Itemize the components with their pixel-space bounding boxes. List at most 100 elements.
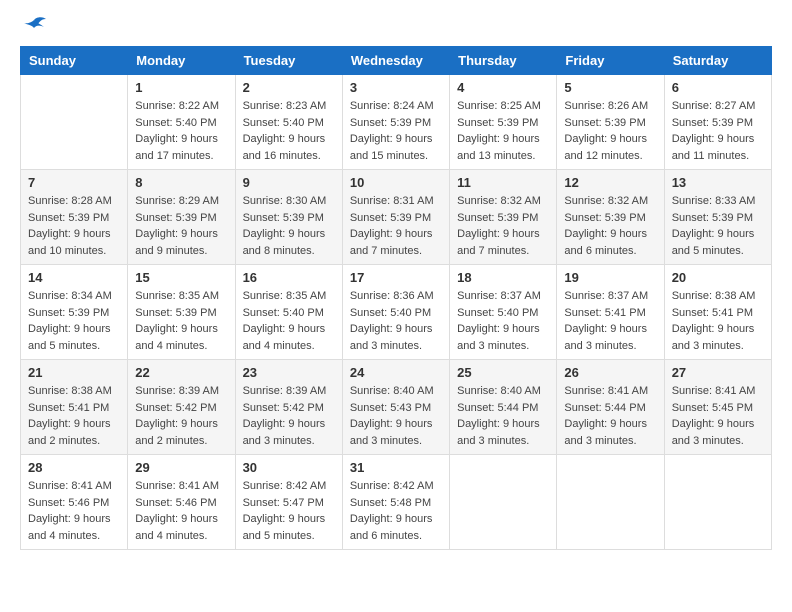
calendar-cell: 2 Sunrise: 8:23 AMSunset: 5:40 PMDaylight… <box>235 75 342 170</box>
calendar-cell: 28 Sunrise: 8:41 AMSunset: 5:46 PMDayligh… <box>21 455 128 550</box>
day-number: 17 <box>350 270 442 285</box>
header-friday: Friday <box>557 47 664 75</box>
day-number: 19 <box>564 270 656 285</box>
day-number: 28 <box>28 460 120 475</box>
logo-bird-icon <box>20 16 48 38</box>
calendar-week-row: 21 Sunrise: 8:38 AMSunset: 5:41 PMDayligh… <box>21 360 772 455</box>
day-info: Sunrise: 8:42 AMSunset: 5:48 PMDaylight:… <box>350 478 442 544</box>
day-info: Sunrise: 8:23 AMSunset: 5:40 PMDaylight:… <box>243 98 335 164</box>
day-info: Sunrise: 8:28 AMSunset: 5:39 PMDaylight:… <box>28 193 120 259</box>
header-monday: Monday <box>128 47 235 75</box>
day-info: Sunrise: 8:32 AMSunset: 5:39 PMDaylight:… <box>457 193 549 259</box>
calendar-cell: 22Sunrise: 8:39 AMSunset: 5:42 PMDayligh… <box>128 360 235 455</box>
day-number: 26 <box>564 365 656 380</box>
day-number: 14 <box>28 270 120 285</box>
day-info: Sunrise: 8:24 AMSunset: 5:39 PMDaylight:… <box>350 98 442 164</box>
day-info: Sunrise: 8:37 AMSunset: 5:40 PMDaylight:… <box>457 288 549 354</box>
day-number: 18 <box>457 270 549 285</box>
header-tuesday: Tuesday <box>235 47 342 75</box>
calendar-cell: 9 Sunrise: 8:30 AMSunset: 5:39 PMDaylight… <box>235 170 342 265</box>
day-number: 11 <box>457 175 549 190</box>
day-info: Sunrise: 8:33 AMSunset: 5:39 PMDaylight:… <box>672 193 764 259</box>
day-number: 16 <box>243 270 335 285</box>
day-number: 5 <box>564 80 656 95</box>
day-number: 30 <box>243 460 335 475</box>
calendar-week-row: 28 Sunrise: 8:41 AMSunset: 5:46 PMDayligh… <box>21 455 772 550</box>
calendar-cell: 23Sunrise: 8:39 AMSunset: 5:42 PMDayligh… <box>235 360 342 455</box>
calendar-cell: 8 Sunrise: 8:29 AMSunset: 5:39 PMDaylight… <box>128 170 235 265</box>
day-info: Sunrise: 8:32 AMSunset: 5:39 PMDaylight:… <box>564 193 656 259</box>
logo <box>20 16 48 38</box>
header-sunday: Sunday <box>21 47 128 75</box>
day-info: Sunrise: 8:39 AMSunset: 5:42 PMDaylight:… <box>135 383 227 449</box>
calendar-cell: 25 Sunrise: 8:40 AMSunset: 5:44 PMDayligh… <box>450 360 557 455</box>
day-number: 20 <box>672 270 764 285</box>
day-info: Sunrise: 8:41 AMSunset: 5:44 PMDaylight:… <box>564 383 656 449</box>
header-thursday: Thursday <box>450 47 557 75</box>
calendar-week-row: 1 Sunrise: 8:22 AMSunset: 5:40 PMDaylight… <box>21 75 772 170</box>
day-number: 9 <box>243 175 335 190</box>
day-info: Sunrise: 8:27 AMSunset: 5:39 PMDaylight:… <box>672 98 764 164</box>
calendar-cell: 20 Sunrise: 8:38 AMSunset: 5:41 PMDayligh… <box>664 265 771 360</box>
calendar-cell: 31 Sunrise: 8:42 AMSunset: 5:48 PMDayligh… <box>342 455 449 550</box>
day-info: Sunrise: 8:39 AMSunset: 5:42 PMDaylight:… <box>243 383 335 449</box>
day-number: 21 <box>28 365 120 380</box>
calendar-cell: 24 Sunrise: 8:40 AMSunset: 5:43 PMDayligh… <box>342 360 449 455</box>
day-info: Sunrise: 8:29 AMSunset: 5:39 PMDaylight:… <box>135 193 227 259</box>
calendar-cell: 12Sunrise: 8:32 AMSunset: 5:39 PMDayligh… <box>557 170 664 265</box>
day-info: Sunrise: 8:40 AMSunset: 5:44 PMDaylight:… <box>457 383 549 449</box>
day-number: 1 <box>135 80 227 95</box>
header-saturday: Saturday <box>664 47 771 75</box>
day-info: Sunrise: 8:37 AMSunset: 5:41 PMDaylight:… <box>564 288 656 354</box>
calendar-cell: 19 Sunrise: 8:37 AMSunset: 5:41 PMDayligh… <box>557 265 664 360</box>
day-number: 29 <box>135 460 227 475</box>
calendar-cell: 17 Sunrise: 8:36 AMSunset: 5:40 PMDayligh… <box>342 265 449 360</box>
day-number: 25 <box>457 365 549 380</box>
day-number: 8 <box>135 175 227 190</box>
day-info: Sunrise: 8:42 AMSunset: 5:47 PMDaylight:… <box>243 478 335 544</box>
day-number: 31 <box>350 460 442 475</box>
day-info: Sunrise: 8:41 AMSunset: 5:46 PMDaylight:… <box>28 478 120 544</box>
calendar-cell: 18 Sunrise: 8:37 AMSunset: 5:40 PMDayligh… <box>450 265 557 360</box>
day-info: Sunrise: 8:22 AMSunset: 5:40 PMDaylight:… <box>135 98 227 164</box>
day-number: 27 <box>672 365 764 380</box>
day-info: Sunrise: 8:40 AMSunset: 5:43 PMDaylight:… <box>350 383 442 449</box>
calendar-cell: 29Sunrise: 8:41 AMSunset: 5:46 PMDayligh… <box>128 455 235 550</box>
calendar-cell: 21 Sunrise: 8:38 AMSunset: 5:41 PMDayligh… <box>21 360 128 455</box>
calendar-header-row: SundayMondayTuesdayWednesdayThursdayFrid… <box>21 47 772 75</box>
day-info: Sunrise: 8:30 AMSunset: 5:39 PMDaylight:… <box>243 193 335 259</box>
day-number: 3 <box>350 80 442 95</box>
day-number: 7 <box>28 175 120 190</box>
day-number: 24 <box>350 365 442 380</box>
calendar-cell: 7 Sunrise: 8:28 AMSunset: 5:39 PMDaylight… <box>21 170 128 265</box>
calendar-cell: 30 Sunrise: 8:42 AMSunset: 5:47 PMDayligh… <box>235 455 342 550</box>
calendar-cell: 6 Sunrise: 8:27 AMSunset: 5:39 PMDaylight… <box>664 75 771 170</box>
calendar-cell: 27 Sunrise: 8:41 AMSunset: 5:45 PMDayligh… <box>664 360 771 455</box>
day-info: Sunrise: 8:34 AMSunset: 5:39 PMDaylight:… <box>28 288 120 354</box>
day-info: Sunrise: 8:25 AMSunset: 5:39 PMDaylight:… <box>457 98 549 164</box>
day-number: 15 <box>135 270 227 285</box>
calendar-cell: 4 Sunrise: 8:25 AMSunset: 5:39 PMDaylight… <box>450 75 557 170</box>
calendar-cell: 26 Sunrise: 8:41 AMSunset: 5:44 PMDayligh… <box>557 360 664 455</box>
day-info: Sunrise: 8:35 AMSunset: 5:39 PMDaylight:… <box>135 288 227 354</box>
day-info: Sunrise: 8:41 AMSunset: 5:45 PMDaylight:… <box>672 383 764 449</box>
calendar-cell: 3 Sunrise: 8:24 AMSunset: 5:39 PMDaylight… <box>342 75 449 170</box>
day-number: 6 <box>672 80 764 95</box>
day-info: Sunrise: 8:31 AMSunset: 5:39 PMDaylight:… <box>350 193 442 259</box>
calendar-cell: 1 Sunrise: 8:22 AMSunset: 5:40 PMDaylight… <box>128 75 235 170</box>
calendar-cell <box>664 455 771 550</box>
page-header <box>20 16 772 38</box>
day-info: Sunrise: 8:38 AMSunset: 5:41 PMDaylight:… <box>672 288 764 354</box>
day-info: Sunrise: 8:38 AMSunset: 5:41 PMDaylight:… <box>28 383 120 449</box>
day-number: 2 <box>243 80 335 95</box>
day-number: 10 <box>350 175 442 190</box>
calendar-cell <box>21 75 128 170</box>
day-number: 4 <box>457 80 549 95</box>
day-info: Sunrise: 8:26 AMSunset: 5:39 PMDaylight:… <box>564 98 656 164</box>
day-number: 13 <box>672 175 764 190</box>
calendar-cell: 13 Sunrise: 8:33 AMSunset: 5:39 PMDayligh… <box>664 170 771 265</box>
calendar-week-row: 7 Sunrise: 8:28 AMSunset: 5:39 PMDaylight… <box>21 170 772 265</box>
calendar-cell: 15 Sunrise: 8:35 AMSunset: 5:39 PMDayligh… <box>128 265 235 360</box>
calendar-cell: 14 Sunrise: 8:34 AMSunset: 5:39 PMDayligh… <box>21 265 128 360</box>
day-info: Sunrise: 8:36 AMSunset: 5:40 PMDaylight:… <box>350 288 442 354</box>
